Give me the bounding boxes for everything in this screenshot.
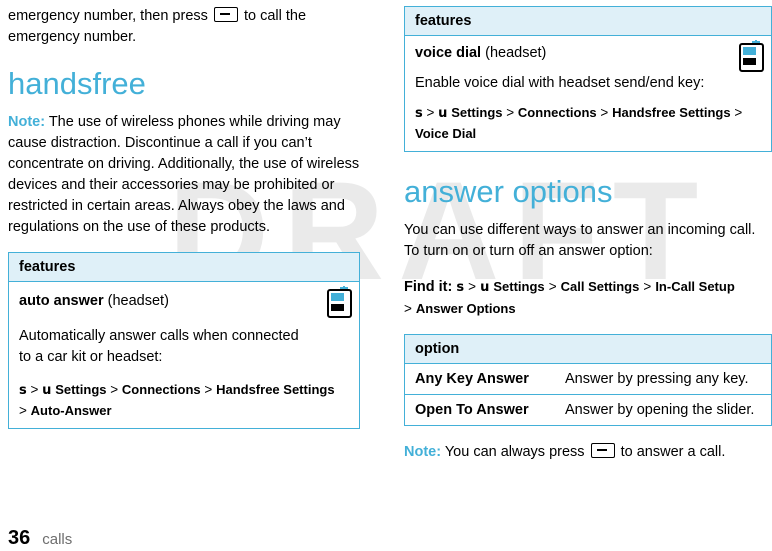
path-item-connections: Connections — [517, 105, 597, 120]
auto-answer-cell: auto answer (headset) Automatically answ… — [9, 282, 360, 429]
table-row: Open To Answer Answer by opening the sli… — [404, 394, 772, 426]
table-row: voice dial (headset) Enable voice dial w… — [405, 36, 772, 152]
path-sep-3: > — [643, 279, 652, 294]
note-label: Note: — [8, 114, 46, 130]
path-sep-1: > — [30, 382, 39, 397]
navigation-key-icon: s — [456, 280, 465, 295]
note-text: The use of wireless phones while driving… — [8, 114, 360, 235]
settings-gear-icon: u — [480, 280, 490, 295]
feature-description: Enable voice dial with headset send/end … — [415, 75, 705, 91]
path-item-voice-dial: Voice Dial — [415, 126, 477, 141]
feature-desc-line1: Automatically answer calls when connecte… — [19, 328, 299, 344]
phone-icon — [735, 40, 765, 72]
path-sep-4: > — [19, 403, 27, 418]
path-item-answer-options: Answer Options — [415, 301, 516, 316]
table-row: auto answer (headset) Automatically answ… — [9, 282, 360, 429]
path-sep-3: > — [600, 105, 609, 120]
handsfree-note: Note: The use of wireless phones while d… — [8, 112, 360, 238]
feature-desc-line2: to a car kit or headset: — [19, 349, 163, 365]
feature-path: s > u Settings > Connections > Handsfree… — [415, 103, 763, 144]
navigation-key-icon: s — [415, 106, 423, 121]
intro-paragraph: emergency number, then press to call the… — [8, 6, 360, 48]
note-text-before: You can always press — [441, 444, 585, 460]
settings-gear-icon: u — [438, 106, 448, 121]
path-sep-2: > — [548, 279, 557, 294]
path-sep-1: > — [468, 279, 477, 294]
note-label: Note: — [404, 444, 442, 460]
find-it-label: Find it: — [404, 279, 453, 295]
feature-qualifier: (headset) — [107, 293, 169, 309]
option-name: Open To Answer — [404, 394, 555, 426]
intro-line3: emergency number. — [8, 29, 137, 45]
path-item-call-settings: Call Settings — [560, 279, 640, 294]
document-page: DRAFT emergency number, then press to ca… — [0, 0, 772, 551]
features-table-right: features voice dial (headset) Enable voi… — [404, 6, 772, 152]
option-name: Any Key Answer — [415, 371, 529, 387]
path-sep-3: > — [204, 382, 213, 397]
answer-note: Note: You can always press to answer a c… — [404, 442, 772, 463]
table-row: Any Key Answer Answer by pressing any ke… — [405, 364, 772, 395]
path-sep-4: > — [734, 105, 743, 120]
path-item-handsfree-settings: Handsfree Settings — [612, 105, 731, 120]
option-description: Answer by pressing any key. — [565, 371, 749, 387]
voice-dial-cell: voice dial (headset) Enable voice dial w… — [405, 36, 772, 152]
path-item-in-call-setup: In-Call Setup — [655, 279, 735, 294]
note-text-after: to answer a call. — [620, 444, 726, 460]
feature-path: s > u Settings > Connections > Handsfree… — [19, 380, 351, 421]
feature-name: auto answer — [19, 293, 104, 309]
answer-options-intro: You can use different ways to answer an … — [404, 222, 756, 259]
feature-qualifier: (headset) — [485, 45, 547, 61]
footer-section-label: calls — [42, 531, 73, 548]
path-sep-2: > — [506, 105, 515, 120]
intro-line1: emergency number, then press — [8, 8, 208, 24]
path-sep-1: > — [426, 105, 435, 120]
path-item-handsfree-settings: Handsfree Settings — [216, 382, 335, 397]
option-table: option Any Key Answer Answer by pressing… — [404, 334, 772, 426]
path-item-settings: Settings — [451, 105, 503, 120]
option-header-cell: option — [404, 334, 772, 364]
path-item-connections: Connections — [121, 382, 201, 397]
feature-name: voice dial — [415, 45, 482, 61]
intro-line2: to call the — [243, 8, 307, 24]
path-sep-4: > — [404, 301, 412, 316]
page-footer: 36 calls — [8, 527, 72, 550]
phone-icon — [323, 286, 353, 318]
path-item-settings: Settings — [493, 279, 545, 294]
send-key-icon — [590, 443, 615, 458]
right-column: features voice dial (headset) Enable voi… — [404, 0, 772, 463]
settings-gear-icon: u — [42, 383, 52, 398]
table-header-row: features — [404, 6, 772, 36]
features-header-cell: features — [404, 6, 772, 36]
path-item-auto-answer: Auto-Answer — [30, 403, 112, 418]
page-title-answer-options: answer options — [404, 174, 613, 209]
page-title-handsfree: handsfree — [8, 66, 146, 101]
option-description: Answer by opening the slider. — [555, 394, 772, 426]
send-key-icon — [213, 7, 238, 22]
table-header-row: option — [404, 334, 772, 364]
features-table-left: features auto answer (headset) Automatic… — [8, 252, 360, 429]
path-item-settings: Settings — [55, 382, 107, 397]
path-sep-2: > — [110, 382, 119, 397]
find-it-path: Find it: s > u Settings > Call Settings … — [404, 276, 772, 320]
features-header-cell: features — [8, 252, 360, 282]
navigation-key-icon: s — [19, 383, 27, 398]
table-header-row: features — [8, 252, 360, 282]
left-column: emergency number, then press to call the… — [8, 0, 360, 429]
page-number: 36 — [8, 527, 31, 549]
